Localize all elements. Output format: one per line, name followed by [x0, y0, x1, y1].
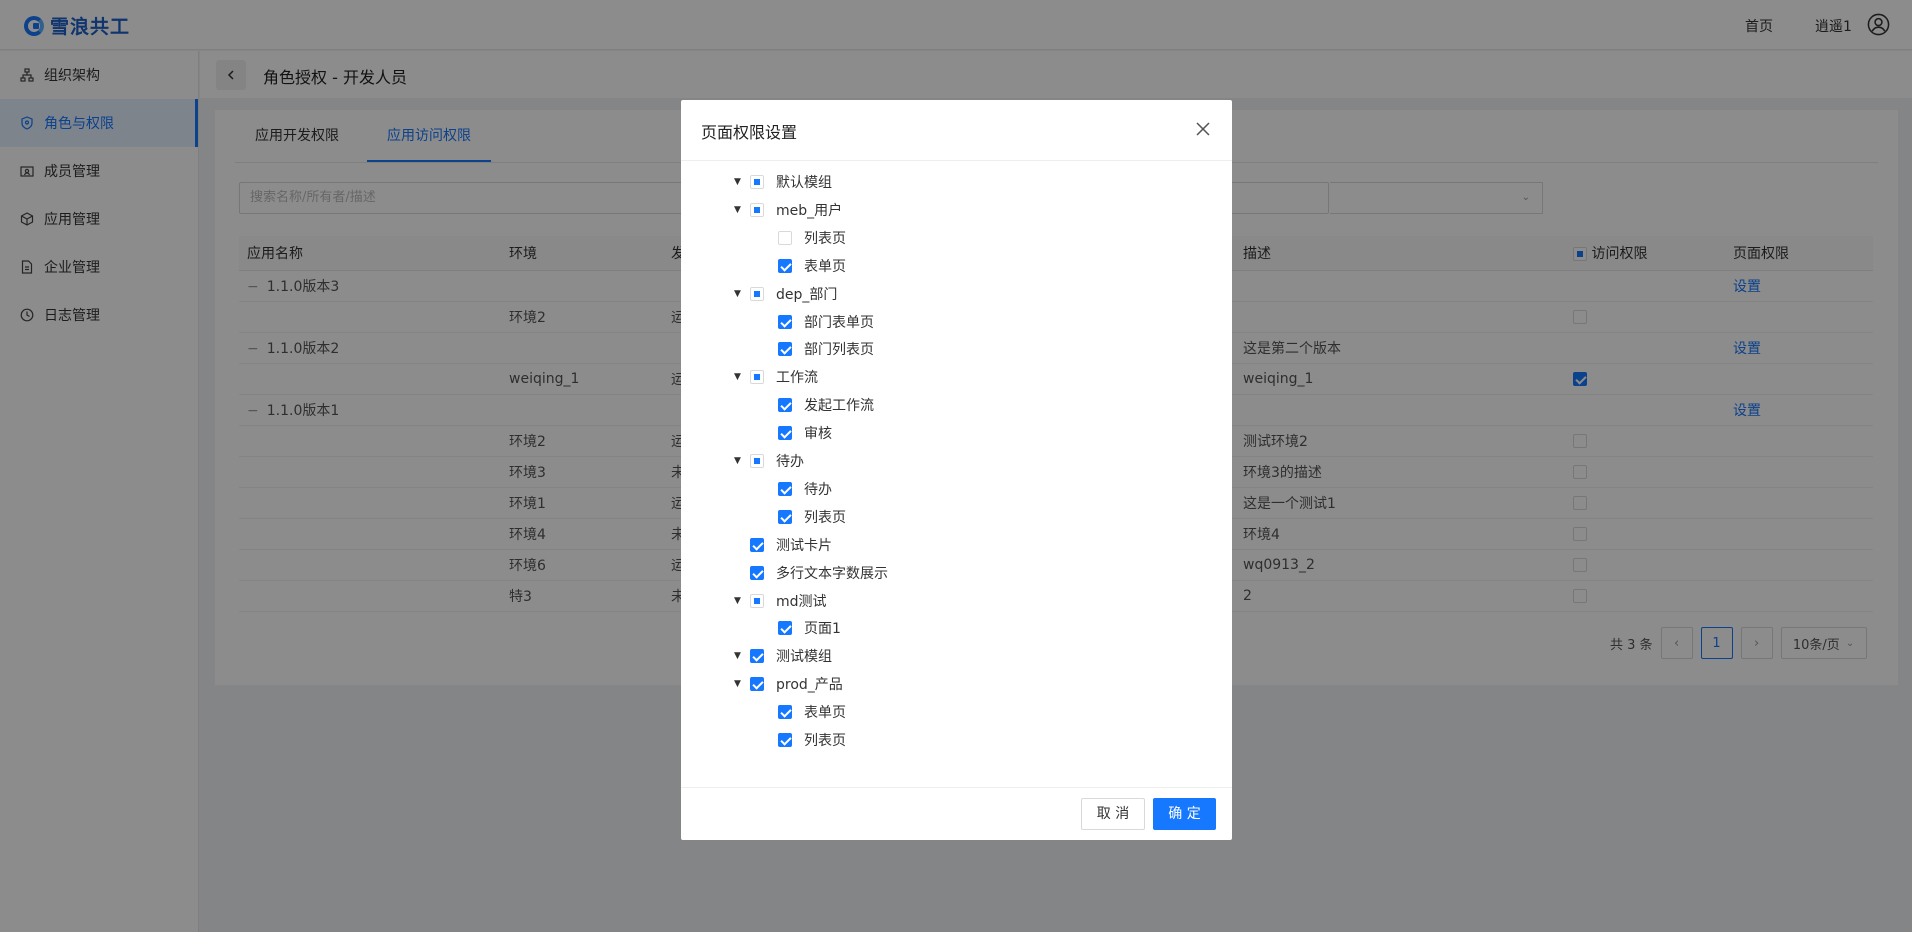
caret-down-icon[interactable]: ▼: [734, 205, 742, 215]
tree-node-label: 多行文本字数展示: [776, 565, 888, 582]
tree-node-label: prod_产品: [776, 677, 843, 694]
tree-node-label: 列表页: [804, 230, 846, 247]
tree-node[interactable]: 表单页: [778, 698, 846, 726]
tree-node[interactable]: 表单页: [778, 252, 846, 280]
tree-checkbox[interactable]: [750, 202, 764, 217]
tree-node-label: 审核: [804, 426, 832, 443]
tree-node-label: md测试: [776, 593, 827, 610]
confirm-button[interactable]: 确 定: [1153, 798, 1216, 830]
tree-node[interactable]: ▼ md测试: [734, 587, 827, 615]
tree-node-label: 部门列表页: [804, 342, 874, 359]
close-icon[interactable]: [1194, 120, 1212, 138]
tree-node[interactable]: 列表页: [778, 726, 846, 754]
tree-checkbox[interactable]: [778, 481, 792, 496]
tree-checkbox[interactable]: [750, 537, 764, 552]
tree-checkbox[interactable]: [750, 677, 764, 692]
tree-node[interactable]: ▼ 默认模组: [734, 168, 832, 196]
tree-node[interactable]: 发起工作流: [778, 391, 874, 419]
tree-checkbox[interactable]: [750, 454, 764, 468]
tree-node[interactable]: 待办: [778, 475, 832, 503]
tree-node[interactable]: 列表页: [778, 224, 846, 252]
tree-node-label: 列表页: [804, 733, 846, 749]
page-permission-modal: 页面权限设置 ▼ 默认模组 ▼ meb_用户 列表页 表单页 ▼ dep_部门 部门表单页 部门列…: [681, 100, 1232, 840]
tree-checkbox[interactable]: [750, 286, 764, 301]
modal-title: 页面权限设置: [701, 123, 798, 142]
tree-node-label: 发起工作流: [804, 398, 874, 415]
tree-checkbox[interactable]: [778, 342, 792, 357]
tree-node[interactable]: ▼ meb_用户: [734, 196, 842, 224]
tree-node[interactable]: ▼ prod_产品: [734, 670, 843, 698]
tree-node[interactable]: ▼ dep_部门: [734, 280, 837, 308]
tree-node-label: 列表页: [804, 509, 846, 526]
cancel-button[interactable]: 取 消: [1081, 798, 1145, 830]
tree-node[interactable]: 多行文本字数展示: [734, 559, 888, 587]
tree-checkbox[interactable]: [778, 426, 792, 441]
tree-checkbox[interactable]: [778, 733, 792, 747]
tree-checkbox[interactable]: [778, 621, 792, 636]
caret-down-icon[interactable]: ▼: [734, 177, 742, 187]
tree-node[interactable]: ▼ 测试模组: [734, 642, 832, 670]
tree-node[interactable]: 测试卡片: [734, 531, 832, 559]
caret-down-icon[interactable]: ▼: [734, 596, 742, 606]
tree-node-label: 表单页: [804, 705, 846, 722]
tree-node[interactable]: ▼ 待办: [734, 447, 804, 475]
tree-node[interactable]: 页面1: [778, 614, 841, 642]
tree-node-label: 测试卡片: [776, 537, 832, 554]
caret-down-icon[interactable]: ▼: [734, 372, 742, 382]
tree-checkbox[interactable]: [750, 175, 764, 189]
tree-node[interactable]: 审核: [778, 419, 832, 447]
tree-node[interactable]: 部门表单页: [778, 308, 874, 336]
tree-checkbox[interactable]: [778, 398, 792, 413]
caret-down-icon[interactable]: ▼: [734, 679, 742, 689]
tree-checkbox[interactable]: [778, 258, 792, 273]
tree-checkbox[interactable]: [750, 593, 764, 608]
tree-node[interactable]: 列表页: [778, 503, 846, 531]
tree-checkbox[interactable]: [778, 230, 792, 245]
caret-down-icon[interactable]: ▼: [734, 289, 742, 299]
tree-node-label: dep_部门: [776, 286, 838, 303]
caret-down-icon[interactable]: ▼: [734, 456, 742, 466]
tree-node-label: 待办: [804, 481, 832, 498]
tree-node-label: 待办: [776, 454, 804, 470]
tree-node-label: 表单页: [804, 258, 846, 275]
tree-checkbox[interactable]: [750, 649, 764, 664]
tree-checkbox[interactable]: [750, 370, 764, 385]
tree-node-label: meb_用户: [776, 202, 843, 219]
tree-node-label: 默认模组: [776, 175, 832, 191]
modal-footer: 取 消 确 定: [681, 787, 1232, 840]
tree-node[interactable]: ▼ 工作流: [734, 363, 818, 391]
caret-down-icon[interactable]: ▼: [734, 651, 742, 661]
tree-node-label: 工作流: [776, 370, 818, 387]
tree-checkbox[interactable]: [778, 705, 792, 720]
modal-header: 页面权限设置: [681, 100, 1232, 161]
tree-checkbox[interactable]: [778, 509, 792, 524]
tree-node-label: 测试模组: [776, 649, 832, 666]
tree-checkbox[interactable]: [778, 314, 792, 329]
tree-checkbox[interactable]: [750, 565, 764, 580]
tree-node-label: 部门表单页: [804, 314, 874, 331]
tree-node-label: 页面1: [804, 621, 841, 638]
tree-node[interactable]: 部门列表页: [778, 335, 874, 363]
